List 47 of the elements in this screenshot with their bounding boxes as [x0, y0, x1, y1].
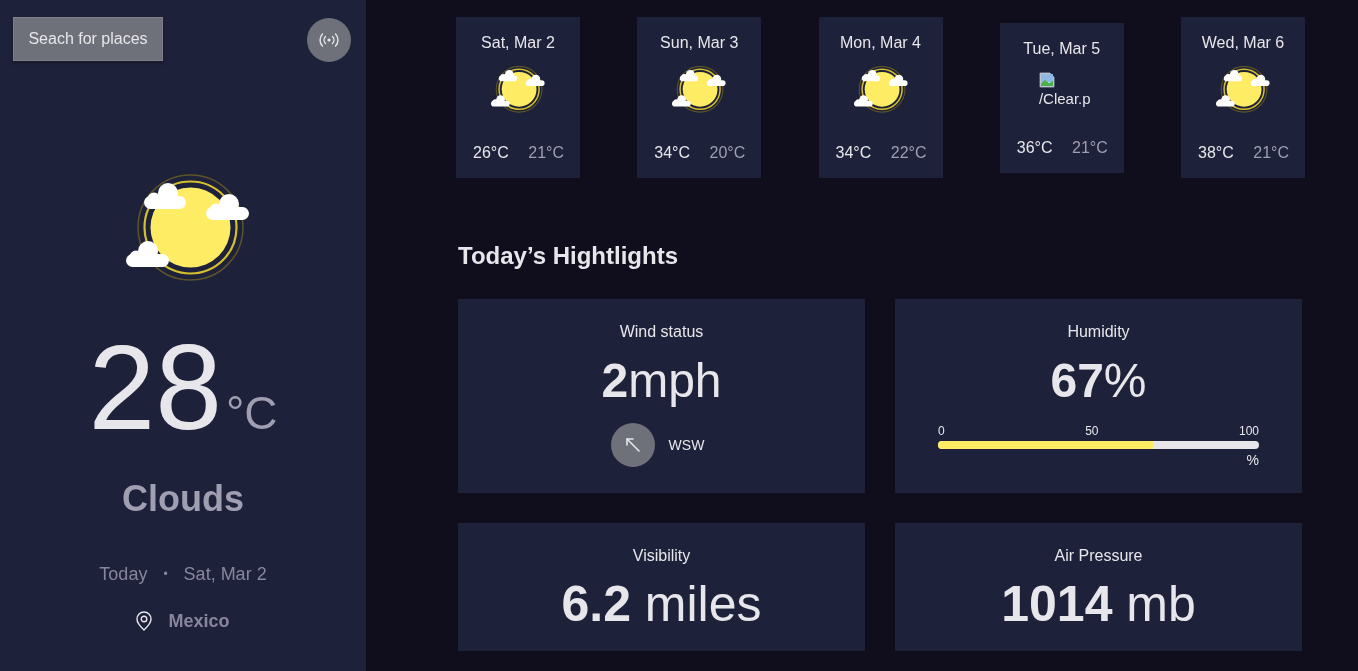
forecast-date: Mon, Mar 4 [840, 33, 921, 52]
scale-label: 50 [1085, 424, 1099, 438]
image-alt-text: /Clear.p [1038, 89, 1091, 108]
day-label: Today [99, 563, 148, 585]
forecast-date: Sun, Mar 3 [660, 33, 739, 52]
separator-dot: • [163, 566, 168, 583]
max-temperature: 34°C [835, 143, 872, 162]
broadcast-icon [319, 33, 339, 47]
wind-direction: WSW [668, 436, 705, 454]
scale-label: 0 [938, 424, 945, 438]
sun-with-clouds-icon [853, 66, 908, 113]
max-temperature: 36°C [1016, 137, 1053, 157]
highlight-title: Humidity [1067, 322, 1130, 341]
max-temperature: 26°C [473, 143, 509, 162]
temperature-unit: °C [225, 390, 278, 436]
forecast-date: Wed, Mar 6 [1201, 33, 1285, 52]
search-button[interactable]: Seach for places [13, 17, 163, 61]
broken-image-icon [1038, 71, 1055, 88]
min-temperature: 21°C [1072, 137, 1108, 157]
highlight-title: Air Pressure [1054, 546, 1143, 565]
min-temperature: 21°C [1253, 143, 1289, 162]
current-date: Sat, Mar 2 [183, 563, 267, 585]
location-pin-icon [136, 611, 153, 631]
weather-condition: Clouds [122, 477, 244, 520]
highlight-value: 2mph [601, 353, 722, 409]
sun-with-clouds-icon [126, 174, 250, 282]
scale-unit: % [1245, 452, 1259, 469]
forecast-date: Tue, Mar 5 [1023, 38, 1101, 58]
temperature-value: 28 [88, 327, 222, 447]
highlight-value: 6.2 miles [561, 575, 762, 634]
highlights-heading: Today’s Hightlights [458, 241, 679, 270]
location-name: Mexico [168, 610, 230, 632]
max-temperature: 38°C [1198, 143, 1234, 162]
highlight-value: 67% [1050, 353, 1147, 409]
locate-button[interactable] [307, 18, 351, 62]
sun-with-clouds-icon [1216, 66, 1270, 113]
sun-with-clouds-icon [672, 66, 727, 113]
max-temperature: 34°C [654, 143, 690, 162]
min-temperature: 21°C [528, 143, 564, 162]
forecast-date: Sat, Mar 2 [481, 33, 555, 52]
highlight-value: 1014 mb [1001, 575, 1196, 634]
highlight-title: Wind status [619, 322, 704, 341]
min-temperature: 20°C [709, 143, 746, 162]
min-temperature: 22°C [890, 143, 927, 162]
sun-with-clouds-icon [491, 66, 545, 113]
scale-label: 100 [1238, 424, 1259, 438]
highlight-title: Visibility [632, 546, 691, 565]
